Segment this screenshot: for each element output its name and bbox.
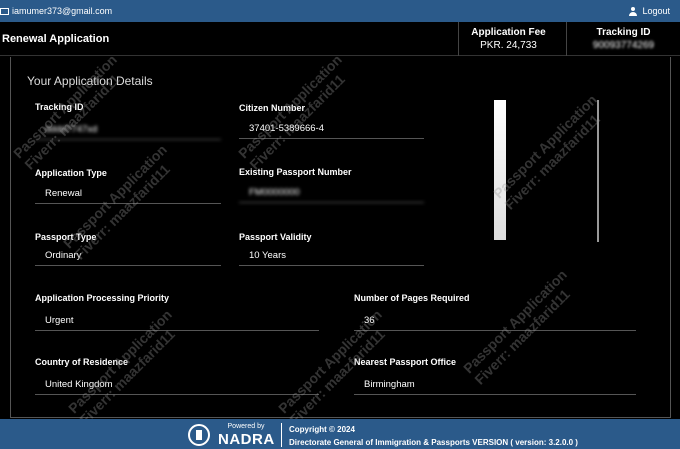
field-label: Existing Passport Number — [239, 167, 352, 177]
field-value: Urgent — [35, 313, 319, 331]
field-label: Nearest Passport Office — [354, 357, 457, 367]
field-label: Tracking ID — [35, 102, 84, 112]
field-value: Birmingham — [354, 377, 636, 395]
field-existing-passport: Existing Passport Number FM0000000 — [239, 167, 424, 207]
field-passport-validity: Passport Validity 10 Years — [239, 232, 424, 272]
field-label: Country of Residence — [35, 357, 129, 367]
field-value: Renewal — [35, 186, 221, 204]
field-pages-required: Number of Pages Required 36 — [354, 293, 636, 333]
field-value: 36 — [354, 313, 636, 331]
top-bar: iamumer373@gmail.com Logout — [0, 0, 680, 22]
user-email: iamumer373@gmail.com — [0, 6, 112, 16]
field-value: FM0000000 — [239, 185, 424, 203]
user-icon — [629, 6, 638, 16]
field-value: 10 Years — [239, 248, 424, 266]
tracking-value: 90093774269 — [592, 40, 655, 51]
field-citizen-number: Citizen Number 37401-5389666-4 — [239, 103, 424, 143]
footer: Powered by NADRA Copyright © 2024 Direct… — [0, 419, 680, 449]
field-value: 37401-5389666-4 — [239, 121, 424, 139]
copyright-text: Copyright © 2024 — [289, 425, 355, 434]
application-header: Renewal Application Application Fee PKR.… — [0, 22, 680, 56]
footer-divider — [281, 423, 282, 447]
field-value: United Kingdom — [35, 377, 319, 395]
page-title: Renewal Application — [2, 33, 110, 45]
email-text: iamumer373@gmail.com — [12, 6, 113, 16]
application-fee-box: Application Fee PKR. 24,733 — [458, 22, 558, 56]
field-label: Citizen Number — [239, 103, 306, 113]
photo-strip — [494, 100, 506, 240]
logout-label[interactable]: Logout — [642, 6, 670, 16]
logout-button[interactable]: Logout — [629, 6, 670, 16]
applicant-photo — [494, 100, 602, 242]
fee-label: Application Fee — [471, 27, 546, 38]
field-value: dddd7747xd — [35, 122, 221, 140]
mail-icon — [0, 7, 9, 15]
tracking-label: Tracking ID — [596, 27, 651, 38]
tracking-id-box: Tracking ID 90093774269 — [566, 22, 680, 56]
fee-value: PKR. 24,733 — [480, 40, 537, 51]
field-label: Application Processing Priority — [35, 293, 170, 303]
field-application-type: Application Type Renewal — [35, 168, 221, 208]
section-title: Your Application Details — [27, 74, 153, 88]
powered-by-label: Powered by — [227, 423, 265, 430]
field-tracking-id: Tracking ID dddd7747xd — [35, 102, 221, 142]
directorate-text: Directorate General of Immigration & Pas… — [289, 438, 578, 447]
field-label: Application Type — [35, 168, 107, 178]
nadra-logo-text: NADRA — [218, 431, 275, 448]
field-value: Ordinary — [35, 248, 221, 266]
field-label: Passport Validity — [239, 232, 312, 242]
photo-border — [597, 100, 599, 242]
field-processing-priority: Application Processing Priority Urgent — [35, 293, 319, 333]
field-label: Number of Pages Required — [354, 293, 470, 303]
field-nearest-office: Nearest Passport Office Birmingham — [354, 357, 636, 397]
emblem-icon — [188, 424, 210, 446]
field-label: Passport Type — [35, 232, 97, 242]
field-passport-type: Passport Type Ordinary — [35, 232, 221, 272]
field-country-residence: Country of Residence United Kingdom — [35, 357, 319, 397]
